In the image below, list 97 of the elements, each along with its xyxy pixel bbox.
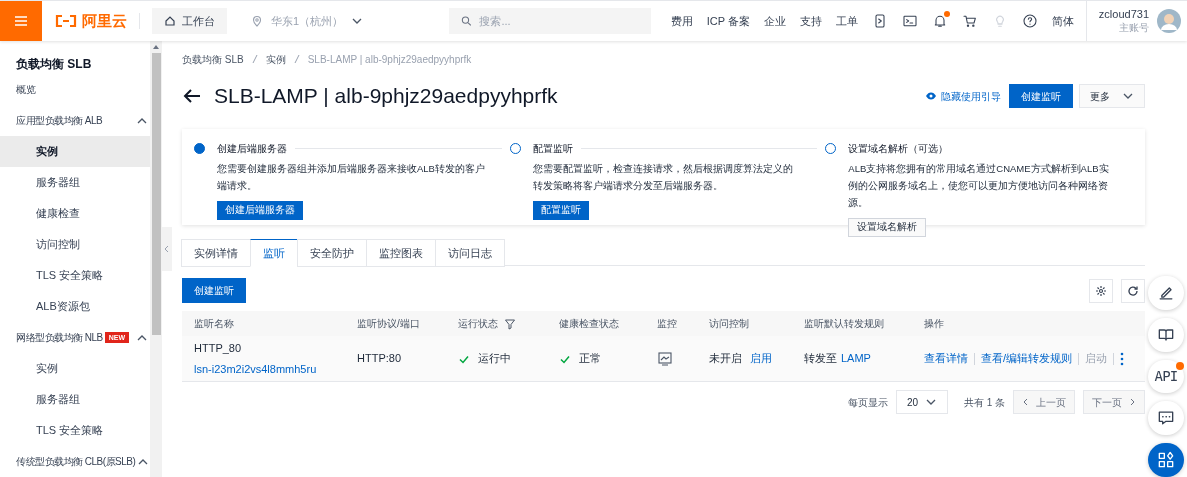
user-name[interactable]: zcloud731 bbox=[1098, 7, 1149, 22]
edit-button[interactable] bbox=[1148, 276, 1184, 310]
column-header: 监听名称 bbox=[194, 317, 234, 331]
table-cell-text: 转发至 bbox=[804, 351, 837, 367]
logo-icon[interactable] bbox=[54, 14, 78, 28]
sidebar-item[interactable]: 实例 bbox=[0, 353, 150, 384]
cart-icon[interactable] bbox=[961, 13, 978, 29]
account-type: 主账号 bbox=[1119, 21, 1149, 35]
hide-guide-link[interactable]: 隐藏使用引导 bbox=[925, 88, 1001, 104]
tab[interactable]: 实例详情 bbox=[181, 239, 251, 267]
search-icon bbox=[460, 15, 472, 27]
nav-link[interactable]: 工单 bbox=[835, 12, 858, 30]
separator-icon bbox=[251, 54, 258, 64]
column-header: 操作 bbox=[924, 317, 944, 331]
book-button[interactable] bbox=[1148, 317, 1184, 352]
tab[interactable]: 安全防护 bbox=[297, 239, 367, 267]
step-button[interactable]: 设置域名解析 bbox=[848, 217, 927, 237]
location-icon bbox=[251, 15, 263, 27]
target-link[interactable]: LAMP bbox=[841, 350, 871, 367]
apps-button[interactable] bbox=[1148, 443, 1184, 477]
terminal-icon[interactable] bbox=[901, 13, 918, 29]
filter-icon[interactable] bbox=[504, 317, 516, 330]
nav-link[interactable]: 简体 bbox=[1051, 12, 1074, 30]
settings-button[interactable] bbox=[1089, 278, 1113, 303]
tab[interactable]: 监听 bbox=[250, 239, 298, 267]
settings-icon bbox=[1095, 284, 1107, 297]
more-button[interactable]: 更多 bbox=[1079, 84, 1145, 108]
refresh-icon bbox=[1127, 284, 1139, 297]
column-header: 健康检查状态 bbox=[559, 317, 619, 331]
home-icon bbox=[164, 15, 176, 27]
breadcrumb-link[interactable]: 负载均衡 SLB bbox=[182, 51, 244, 67]
step-title: 创建后端服务器 bbox=[217, 142, 287, 156]
listener-id-link[interactable]: lsn-i23m2i2vs4l8mmh5ru bbox=[194, 360, 357, 377]
menu-icon bbox=[13, 13, 29, 29]
workbench-button[interactable]: 工作台 bbox=[152, 8, 227, 34]
search-field[interactable]: 搜索... bbox=[448, 8, 651, 34]
nav-link[interactable]: 费用 bbox=[670, 12, 693, 30]
chat-button[interactable] bbox=[1148, 401, 1184, 436]
sidebar-item[interactable]: 服务器组 bbox=[0, 384, 150, 415]
more-icon[interactable] bbox=[1120, 351, 1125, 366]
chevron-left-icon bbox=[163, 245, 171, 253]
tab[interactable]: 监控图表 bbox=[366, 239, 436, 267]
monitor-icon[interactable] bbox=[657, 350, 673, 367]
refresh-button[interactable] bbox=[1121, 278, 1145, 303]
step-button[interactable]: 创建后端服务器 bbox=[217, 200, 303, 220]
step-description: 您需要创建服务器组并添加后端服务器来接收ALB转发的客户端请求。 bbox=[217, 162, 485, 193]
table-cell-text: HTTP:80 bbox=[357, 351, 402, 367]
sidebar-group-label[interactable]: 应用型负载均衡 ALB bbox=[16, 113, 103, 128]
nav-link[interactable]: 企业 bbox=[763, 12, 786, 30]
sidebar-item[interactable]: TLS 安全策略 bbox=[0, 415, 150, 446]
eye-icon bbox=[925, 90, 937, 102]
table-cell-text: 未开启 bbox=[709, 351, 742, 367]
action-link[interactable]: 查看详情 bbox=[924, 350, 968, 367]
separator-icon bbox=[293, 54, 300, 64]
column-header: 监听默认转发规则 bbox=[804, 317, 884, 331]
sidebar-item[interactable]: 访问控制 bbox=[0, 229, 150, 260]
page-title: SLB-LAMP | alb-9phjz29aedpyyhprfk bbox=[214, 83, 558, 110]
status-text: 运行中 bbox=[478, 351, 511, 367]
sidebar-item[interactable]: 服务器组 bbox=[0, 167, 150, 198]
create-listener-button[interactable]: 创建监听 bbox=[1009, 84, 1073, 108]
chevron-right-icon bbox=[1128, 398, 1136, 406]
api-button[interactable]: API bbox=[1148, 359, 1184, 394]
collapse-handle[interactable] bbox=[162, 227, 172, 271]
column-header: 监听协议/端口 bbox=[357, 317, 420, 331]
chevron-left-icon bbox=[1022, 398, 1030, 406]
listener-name: HTTP_80 bbox=[194, 341, 243, 356]
step-description: ALB支持将您拥有的常用域名通过CNAME方式解析到ALB实例的公网服务域名上，使您可以更加方便地访问各种网络资源。 bbox=[848, 162, 1110, 210]
scroll-up-icon[interactable] bbox=[152, 43, 160, 51]
enable-link[interactable]: 启用 bbox=[750, 350, 772, 367]
tab[interactable]: 访问日志 bbox=[435, 239, 505, 267]
step-title: 设置域名解析（可选） bbox=[848, 142, 949, 156]
breadcrumb-link[interactable]: 实例 bbox=[265, 51, 286, 67]
help-icon[interactable] bbox=[1021, 13, 1038, 29]
column-header: 运行状态 bbox=[458, 317, 498, 331]
sidebar-group-label[interactable]: 网络型负载均衡 NLB bbox=[16, 330, 103, 345]
sidebar-item[interactable]: ALB资源包 bbox=[0, 291, 150, 322]
search-input[interactable]: 搜索... bbox=[479, 12, 639, 30]
status-text: 正常 bbox=[579, 351, 601, 367]
total-count: 共有 1 条 bbox=[963, 395, 1005, 410]
page-size-select[interactable]: 20 bbox=[895, 390, 948, 414]
scrollbar-thumb[interactable] bbox=[151, 53, 161, 335]
step-button[interactable]: 配置监听 bbox=[532, 200, 589, 220]
page-size-label: 每页显示 bbox=[847, 395, 888, 410]
column-header: 访问控制 bbox=[709, 317, 749, 331]
nav-link[interactable]: ICP 备案 bbox=[706, 12, 750, 30]
sidebar-group-label[interactable]: 传统型负载均衡 CLB(原SLB) bbox=[16, 454, 136, 469]
sidebar-item[interactable]: 实例 bbox=[0, 136, 150, 167]
sidebar-group-label[interactable]: 概览 bbox=[16, 82, 35, 97]
column-header: 监控 bbox=[657, 317, 677, 331]
step-title: 配置监听 bbox=[532, 142, 573, 156]
nav-link[interactable]: 支持 bbox=[799, 12, 822, 30]
step-description: 您需要配置监听，检查连接请求，然后根据调度算法定义的转发策略将客户端请求分发至后端服务器。 bbox=[532, 162, 794, 193]
sidebar-item[interactable]: 健康检查 bbox=[0, 198, 150, 229]
action-link[interactable]: 查看/编辑转发规则 bbox=[981, 350, 1073, 367]
sidebar-title: 负载均衡 SLB bbox=[15, 55, 93, 73]
sidebar-item[interactable]: TLS 安全策略 bbox=[0, 260, 150, 291]
create-listener-button[interactable]: 创建监听 bbox=[182, 278, 246, 303]
